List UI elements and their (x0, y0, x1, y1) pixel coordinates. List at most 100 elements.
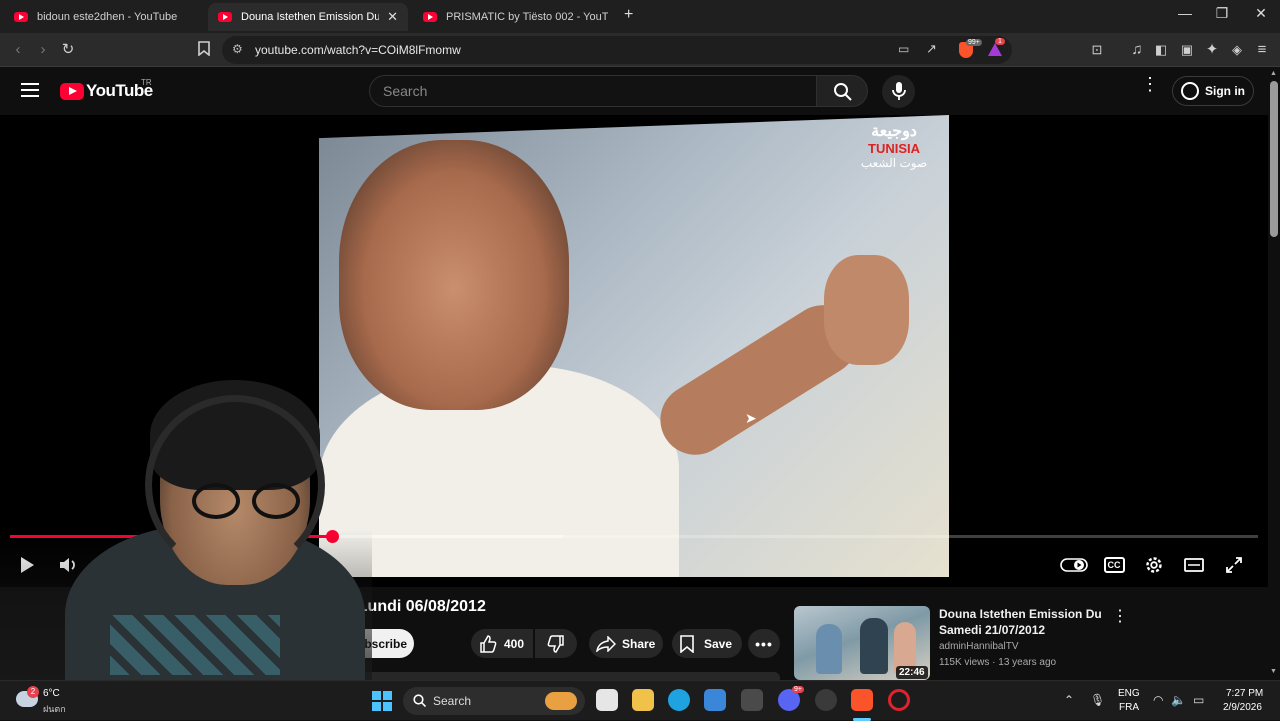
tab-title: bidoun este2dhen - YouTube (37, 11, 178, 23)
recommended-video-title[interactable]: Douna Istethen Emission Du Samedi 21/07/… (939, 606, 1109, 638)
restore-window-button[interactable]: ❐ (1203, 5, 1241, 22)
settings-button[interactable] (1139, 553, 1169, 577)
autoplay-toggle[interactable] (1059, 553, 1089, 577)
search-highlight-icon (545, 692, 577, 710)
theater-mode-button[interactable] (1179, 553, 1209, 577)
guide-menu-icon[interactable] (21, 82, 39, 103)
watermark-top: دوجيعة (871, 123, 917, 140)
search-input[interactable] (383, 83, 783, 99)
show-hidden-icons-icon[interactable]: ⌃ (1064, 693, 1074, 707)
captions-button[interactable]: CC (1099, 553, 1129, 577)
video-person-head (339, 140, 569, 410)
like-button[interactable]: 400 (471, 629, 533, 658)
task-view-icon[interactable] (596, 689, 618, 711)
recommended-channel-name[interactable]: adminHannibalTV (939, 641, 1019, 652)
tab-title: PRISMATIC by Tiësto 002 - YouTube (446, 11, 608, 23)
search-button[interactable] (816, 75, 868, 107)
scroll-down-icon[interactable]: ▼ (1270, 668, 1277, 675)
save-label: Save (704, 636, 733, 651)
close-tab-icon[interactable]: ✕ (387, 9, 398, 25)
wifi-icon[interactable]: ◠ (1153, 693, 1163, 707)
captions-icon: CC (1103, 557, 1125, 573)
opera-icon[interactable] (888, 689, 910, 711)
video-person-hand (824, 255, 909, 365)
forward-arrow-icon[interactable]: › (33, 41, 53, 59)
recommended-video-meta: 115K views · 13 years ago (939, 657, 1057, 668)
weather-temperature[interactable]: 6°C (43, 688, 60, 699)
clock-date[interactable]: 2/9/2026 (1223, 702, 1262, 713)
microphone-icon (892, 82, 906, 100)
save-button[interactable]: Save (672, 629, 742, 658)
save-bookmark-icon (680, 634, 694, 653)
thumbnail-figure (816, 624, 842, 674)
more-actions-button[interactable]: ••• (748, 629, 780, 658)
share-page-icon[interactable]: ↗ (926, 41, 937, 57)
microsoft-store-icon[interactable] (704, 689, 726, 711)
close-window-button[interactable]: ✕ (1242, 5, 1280, 22)
reload-icon[interactable]: ↻ (58, 41, 78, 59)
weather-description[interactable]: ฝนตก (43, 702, 66, 716)
account-circle-icon (1181, 82, 1199, 100)
webcam-overlay (0, 375, 372, 720)
brave-browser-icon[interactable] (851, 689, 873, 711)
clock-time[interactable]: 7:27 PM (1226, 688, 1263, 699)
steam-icon[interactable] (815, 689, 837, 711)
new-tab-button[interactable]: + (624, 6, 633, 24)
cast-icon[interactable]: ▭ (898, 42, 909, 56)
share-icon (596, 635, 616, 652)
video-duration-badge: 22:46 (896, 666, 928, 679)
search-box[interactable] (369, 75, 817, 107)
app-icon[interactable] (741, 689, 763, 711)
scroll-up-icon[interactable]: ▲ (1270, 70, 1277, 77)
thumbs-down-icon (547, 634, 564, 653)
edge-browser-icon[interactable] (668, 689, 690, 711)
dislike-button[interactable] (535, 629, 577, 658)
scroll-thumb[interactable] (1270, 81, 1278, 237)
youtube-logo-icon[interactable] (60, 83, 84, 100)
speaker-icon[interactable]: 🔈 (1171, 693, 1186, 707)
browser-tab[interactable]: PRISMATIC by Tiësto 002 - YouTube (413, 3, 618, 31)
language-primary[interactable]: ENG (1118, 688, 1140, 699)
microphone-tray-icon[interactable]: 🎙 (1090, 693, 1105, 707)
fullscreen-icon (1226, 557, 1242, 573)
share-label: Share (622, 636, 656, 651)
mouse-cursor-icon: ➤ (745, 410, 757, 426)
video-frame[interactable]: دوجيعة TUNISIA صوت الشعب (319, 115, 949, 577)
share-button[interactable]: Share (589, 629, 663, 658)
browser-toolbar: ‹ › ↻ ⚙ youtube.com/watch?v=COiM8lFmomw … (0, 33, 1280, 67)
settings-kebab-icon[interactable]: ⋮ (1141, 75, 1159, 93)
menu-icon[interactable]: ≡ (1252, 41, 1272, 59)
vpn-shield-icon[interactable]: ◈ (1227, 41, 1247, 59)
bookmark-icon[interactable] (194, 41, 214, 61)
page-scrollbar[interactable]: ▲ ▼ (1268, 67, 1280, 680)
browser-tab[interactable]: bidoun este2dhen - YouTube (4, 3, 204, 31)
sidebar-icon[interactable]: ◧ (1151, 41, 1171, 59)
recommendation-menu-icon[interactable]: ⋮ (1112, 606, 1128, 626)
battery-icon[interactable]: ▭ (1193, 693, 1204, 707)
thumbs-up-icon (480, 634, 497, 653)
gear-icon (1146, 557, 1162, 573)
voice-search-button[interactable] (882, 75, 915, 108)
media-icon[interactable]: ♫ (1127, 41, 1147, 59)
leo-ai-icon[interactable]: ✦ (1202, 41, 1222, 59)
url-text[interactable]: youtube.com/watch?v=COiM8lFmomw (255, 43, 461, 57)
browser-tab-active[interactable]: Douna Istethen Emission Du Lundi 06/08/2… (208, 3, 408, 31)
minimize-window-button[interactable]: — (1166, 5, 1204, 21)
language-secondary[interactable]: FRA (1119, 702, 1139, 713)
wallet-icon[interactable]: ▣ (1177, 41, 1197, 59)
screenshot-icon[interactable]: ⊡ (1087, 41, 1107, 59)
discord-badge: 9+ (792, 686, 804, 693)
back-arrow-icon[interactable]: ‹ (8, 41, 28, 59)
address-bar[interactable]: ⚙ youtube.com/watch?v=COiM8lFmomw ▭ ↗ 99… (222, 36, 1012, 64)
webcam-shirt-print (110, 615, 280, 675)
file-explorer-icon[interactable] (632, 689, 654, 711)
browser-tab-strip: bidoun este2dhen - YouTube Douna Istethe… (0, 0, 1280, 33)
fullscreen-button[interactable] (1219, 553, 1249, 577)
site-info-icon[interactable]: ⚙ (232, 42, 243, 56)
sign-in-button[interactable]: Sign in (1172, 76, 1254, 106)
taskbar-search-box[interactable]: Search (403, 687, 585, 715)
taskbar-search-icon (413, 694, 427, 710)
windows-start-icon[interactable] (372, 691, 392, 716)
watermark-sub: صوت الشعب (860, 156, 928, 170)
description-box[interactable] (330, 672, 780, 680)
